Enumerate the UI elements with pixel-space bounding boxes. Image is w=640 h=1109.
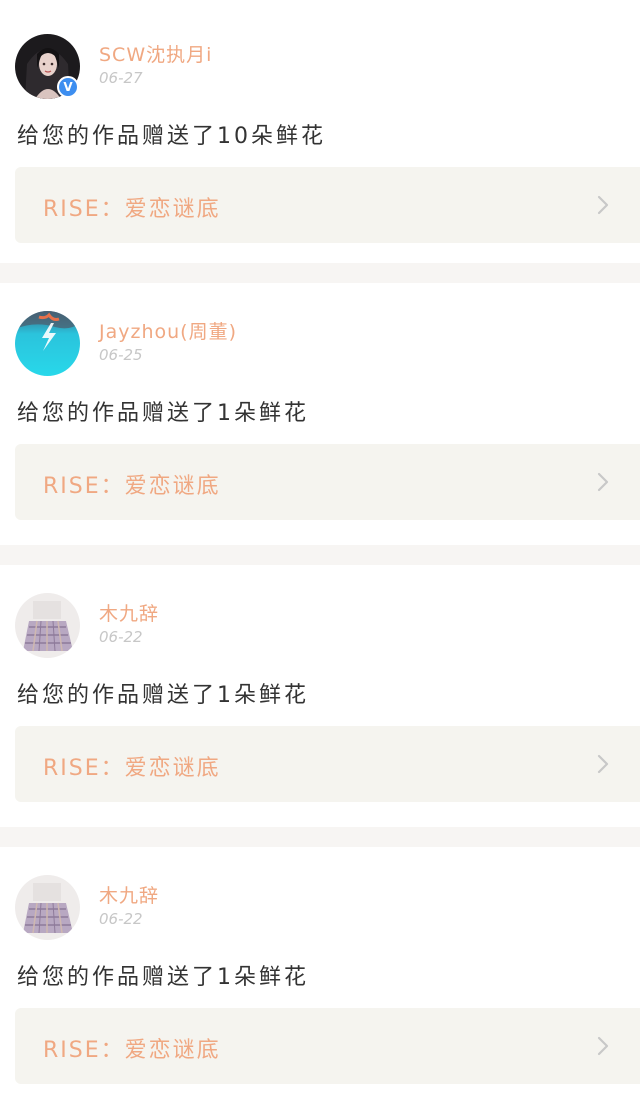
card-divider	[0, 545, 640, 565]
notification-message: 给您的作品赠送了1朵鲜花	[17, 401, 309, 426]
chevron-right-icon	[592, 194, 614, 216]
avatar[interactable]	[15, 875, 80, 940]
avatar[interactable]	[15, 311, 80, 376]
verified-badge-icon: V	[57, 76, 79, 98]
work-title: RISE：爱恋谜底	[43, 1038, 221, 1063]
work-link-button[interactable]: RISE：爱恋谜底	[15, 167, 640, 243]
work-title: RISE：爱恋谜底	[43, 756, 221, 781]
notification-message: 给您的作品赠送了10朵鲜花	[17, 124, 326, 149]
username[interactable]: 木九辞	[99, 881, 159, 908]
username[interactable]: SCW沈执月i	[99, 40, 212, 67]
notification-card: Jayzhou(周董) 06-25 给您的作品赠送了1朵鲜花 RISE：爱恋谜底	[0, 283, 640, 545]
notification-date: 06-25	[99, 346, 143, 364]
work-link-button[interactable]: RISE：爱恋谜底	[15, 444, 640, 520]
notification-card: 木九辞 06-22 给您的作品赠送了1朵鲜花 RISE：爱恋谜底	[0, 847, 640, 1109]
notification-feed: V SCW沈执月i 06-27 给您的作品赠送了10朵鲜花 RISE：爱恋谜底	[0, 0, 640, 1109]
avatar[interactable]	[15, 593, 80, 658]
avatar-plaid-skirt-icon	[15, 593, 80, 658]
chevron-right-icon	[592, 471, 614, 493]
notification-date: 06-27	[99, 69, 143, 87]
username[interactable]: 木九辞	[99, 599, 159, 626]
avatar-plaid-skirt-icon	[15, 875, 80, 940]
work-link-button[interactable]: RISE：爱恋谜底	[15, 726, 640, 802]
work-title: RISE：爱恋谜底	[43, 197, 221, 222]
notification-date: 06-22	[99, 910, 143, 928]
work-link-button[interactable]: RISE：爱恋谜底	[15, 1008, 640, 1084]
chevron-right-icon	[592, 753, 614, 775]
notification-message: 给您的作品赠送了1朵鲜花	[17, 965, 309, 990]
notification-date: 06-22	[99, 628, 143, 646]
username[interactable]: Jayzhou(周董)	[99, 317, 237, 344]
card-divider	[0, 827, 640, 847]
notification-card: V SCW沈执月i 06-27 给您的作品赠送了10朵鲜花 RISE：爱恋谜底	[0, 0, 640, 263]
work-title: RISE：爱恋谜底	[43, 474, 221, 499]
notification-message: 给您的作品赠送了1朵鲜花	[17, 683, 309, 708]
card-divider	[0, 263, 640, 283]
chevron-right-icon	[592, 1035, 614, 1057]
notification-card: 木九辞 06-22 给您的作品赠送了1朵鲜花 RISE：爱恋谜底	[0, 565, 640, 827]
avatar-cyan-lightning-icon	[15, 311, 80, 376]
